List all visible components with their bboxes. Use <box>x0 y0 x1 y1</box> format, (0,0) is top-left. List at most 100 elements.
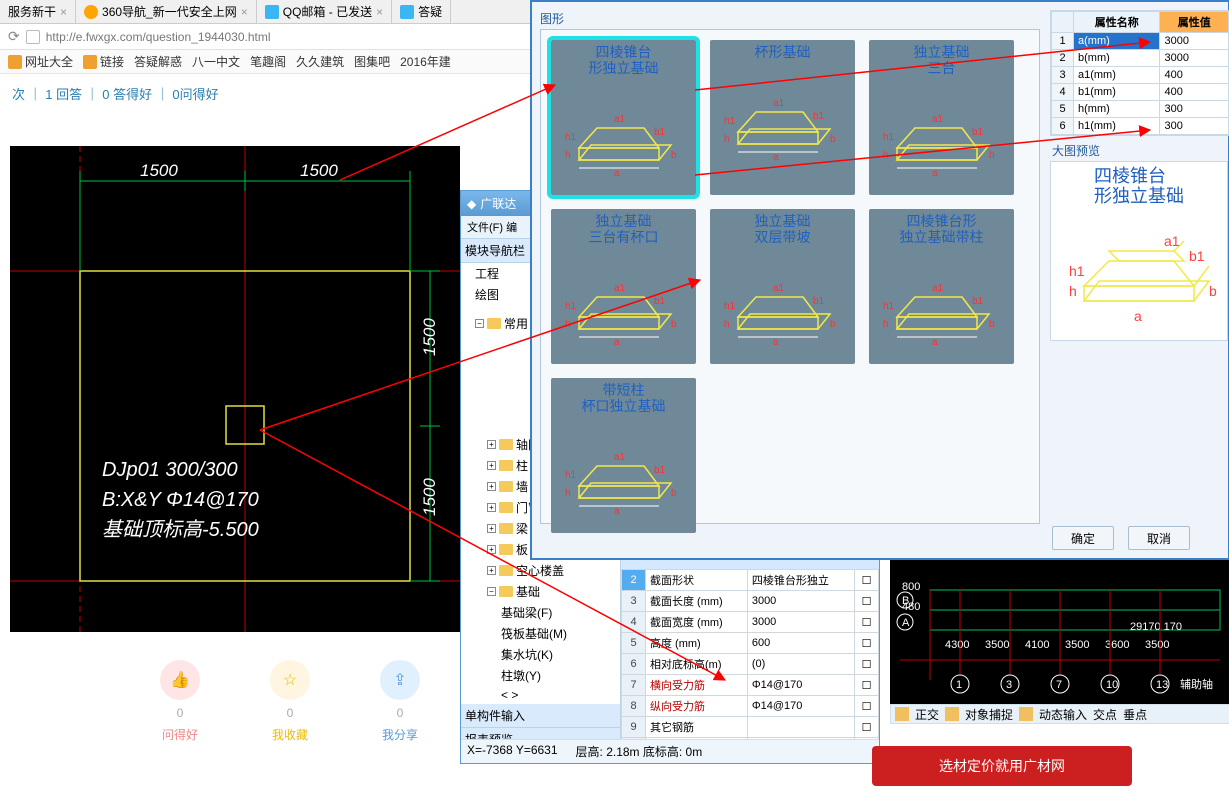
side-button[interactable]: 单构件输入 <box>461 704 620 728</box>
expand-icon[interactable]: + <box>487 524 496 533</box>
prop-value[interactable]: 四棱锥台形独立 <box>747 570 854 591</box>
tab-3[interactable]: QQ邮箱 - 已发送× <box>257 0 392 23</box>
ok-button[interactable]: 确定 <box>1052 526 1114 550</box>
shape-tile[interactable]: 四棱锥台形独立基础带柱 a1 b1 h1 h a b <box>869 209 1014 364</box>
prop-value[interactable]: 600 <box>747 633 854 654</box>
attr-value[interactable]: 3000 <box>1160 50 1229 67</box>
attr-name[interactable]: h(mm) <box>1074 101 1160 118</box>
prop-check[interactable]: ☐ <box>855 738 879 740</box>
prop-name[interactable]: 截面长度 (mm) <box>646 591 748 612</box>
bookmark-item[interactable]: 2016年建 <box>400 53 451 70</box>
tree-sub[interactable]: 筏板基础(M) <box>461 623 620 644</box>
prop-name[interactable]: 横向受力筋 <box>646 675 748 696</box>
side-button[interactable]: 报表预览 <box>461 728 620 739</box>
snap-label[interactable]: 对象捕捉 <box>965 706 1013 723</box>
shape-tile[interactable]: 独立基础三台有杯口 a1 b1 h1 h a b <box>551 209 696 364</box>
prop-value[interactable]: 3000 <box>747 591 854 612</box>
tree-scroll[interactable]: < > <box>461 686 620 704</box>
bookmark-item[interactable]: 笔趣阁 <box>250 53 286 70</box>
prop-name[interactable]: 截面形状 <box>646 570 748 591</box>
prop-value[interactable]: Φ14@170 <box>747 675 854 696</box>
tree-sub[interactable]: 基础梁(F) <box>461 602 620 623</box>
fav-button[interactable]: ☆0我收藏 <box>270 660 310 743</box>
promo-banner[interactable]: 选材定价就用广材网 <box>872 746 1132 786</box>
expand-icon[interactable]: + <box>487 440 496 449</box>
prop-name[interactable]: 备注 <box>646 738 748 740</box>
bookmark-item[interactable]: 答疑解惑 <box>134 53 182 70</box>
cancel-button[interactable]: 取消 <box>1128 526 1190 550</box>
prop-check[interactable]: ☐ <box>855 717 879 738</box>
prop-check[interactable]: ☐ <box>855 696 879 717</box>
prop-value[interactable] <box>747 738 854 740</box>
tab-1[interactable]: 服务新干× <box>0 0 76 23</box>
refresh-icon[interactable]: ⟳ <box>8 28 20 45</box>
attr-value[interactable]: 300 <box>1160 101 1229 118</box>
url-text[interactable]: http://e.fwxgx.com/question_1944030.html <box>46 30 271 44</box>
perp-label[interactable]: 垂点 <box>1123 706 1147 723</box>
tab-2[interactable]: 360导航_新一代安全上网× <box>76 0 257 23</box>
attr-name[interactable]: a1(mm) <box>1074 67 1160 84</box>
intersect-label[interactable]: 交点 <box>1093 706 1117 723</box>
attr-value[interactable]: 400 <box>1160 84 1229 101</box>
bookmark-item[interactable]: 链接 <box>83 53 124 70</box>
attr-name[interactable]: h1(mm) <box>1074 118 1160 135</box>
tree-item[interactable]: −基础 <box>461 581 620 602</box>
shape-tile[interactable]: 带短柱杯口独立基础 a1 b1 h1 h a b <box>551 378 696 533</box>
attr-value[interactable]: 300 <box>1160 118 1229 135</box>
expand-icon[interactable]: + <box>487 503 496 512</box>
close-icon[interactable]: × <box>376 5 383 19</box>
tree-item[interactable]: +空心楼盖 <box>461 560 620 581</box>
like-button[interactable]: 👍0问得好 <box>160 660 200 743</box>
attr-name[interactable]: b1(mm) <box>1074 84 1160 101</box>
shape-tile[interactable]: 杯形基础 a1 b1 h1 h a b <box>710 40 855 195</box>
shape-tile[interactable]: 独立基础双层带坡 a1 b1 h1 h a b <box>710 209 855 364</box>
bookmark-item[interactable]: 八一中文 <box>192 53 240 70</box>
close-icon[interactable]: × <box>241 5 248 19</box>
prop-name[interactable]: 高度 (mm) <box>646 633 748 654</box>
tab-4[interactable]: 答疑 <box>392 0 451 23</box>
attr-name[interactable]: b(mm) <box>1074 50 1160 67</box>
prop-value[interactable]: Φ14@170 <box>747 696 854 717</box>
expand-icon[interactable]: + <box>487 566 496 575</box>
favicon-icon <box>400 5 414 19</box>
prop-check[interactable]: ☐ <box>855 570 879 591</box>
prop-name[interactable]: 其它钢筋 <box>646 717 748 738</box>
prop-name[interactable]: 相对底标高(m) <box>646 654 748 675</box>
svg-text:1500: 1500 <box>420 478 439 516</box>
dyn-input-label[interactable]: 动态输入 <box>1039 706 1087 723</box>
mini-cad-preview: 800 480 4300 3500 4100 3500 3600 3500 29… <box>890 560 1229 720</box>
prop-check[interactable]: ☐ <box>855 675 879 696</box>
snap-icon[interactable] <box>945 707 959 721</box>
tree-sub[interactable]: 柱墩(Y) <box>461 665 620 686</box>
close-icon[interactable]: × <box>60 5 67 19</box>
bookmark-item[interactable]: 图集吧 <box>354 53 390 70</box>
dyn-input-icon[interactable] <box>1019 707 1033 721</box>
prop-name[interactable]: 截面宽度 (mm) <box>646 612 748 633</box>
bookmark-item[interactable]: 久久建筑 <box>296 53 344 70</box>
prop-value[interactable] <box>747 717 854 738</box>
prop-value[interactable]: 3000 <box>747 612 854 633</box>
prop-name[interactable]: 纵向受力筋 <box>646 696 748 717</box>
ortho-icon[interactable] <box>895 707 909 721</box>
svg-text:b: b <box>671 150 677 161</box>
tree-sub[interactable]: 集水坑(K) <box>461 644 620 665</box>
prop-check[interactable]: ☐ <box>855 633 879 654</box>
prop-check[interactable]: ☐ <box>855 612 879 633</box>
collapse-icon[interactable]: − <box>475 319 484 328</box>
expand-icon[interactable]: + <box>487 545 496 554</box>
collapse-icon[interactable]: − <box>487 587 496 596</box>
expand-icon[interactable]: + <box>487 482 496 491</box>
ortho-label[interactable]: 正交 <box>915 706 939 723</box>
prop-value[interactable]: (0) <box>747 654 854 675</box>
svg-text:h1: h1 <box>565 301 577 312</box>
attr-value[interactable]: 400 <box>1160 67 1229 84</box>
shape-tile[interactable]: 四棱锥台形独立基础 a1 b1 h1 h a b <box>551 40 696 195</box>
prop-check[interactable]: ☐ <box>855 654 879 675</box>
attr-name[interactable]: a(mm) <box>1074 33 1160 50</box>
prop-check[interactable]: ☐ <box>855 591 879 612</box>
share-button[interactable]: ⇪0我分享 <box>380 660 420 743</box>
attr-value[interactable]: 3000 <box>1160 33 1229 50</box>
bookmark-item[interactable]: 网址大全 <box>8 53 73 70</box>
expand-icon[interactable]: + <box>487 461 496 470</box>
shape-tile[interactable]: 独立基础三台 a1 b1 h1 h a b <box>869 40 1014 195</box>
